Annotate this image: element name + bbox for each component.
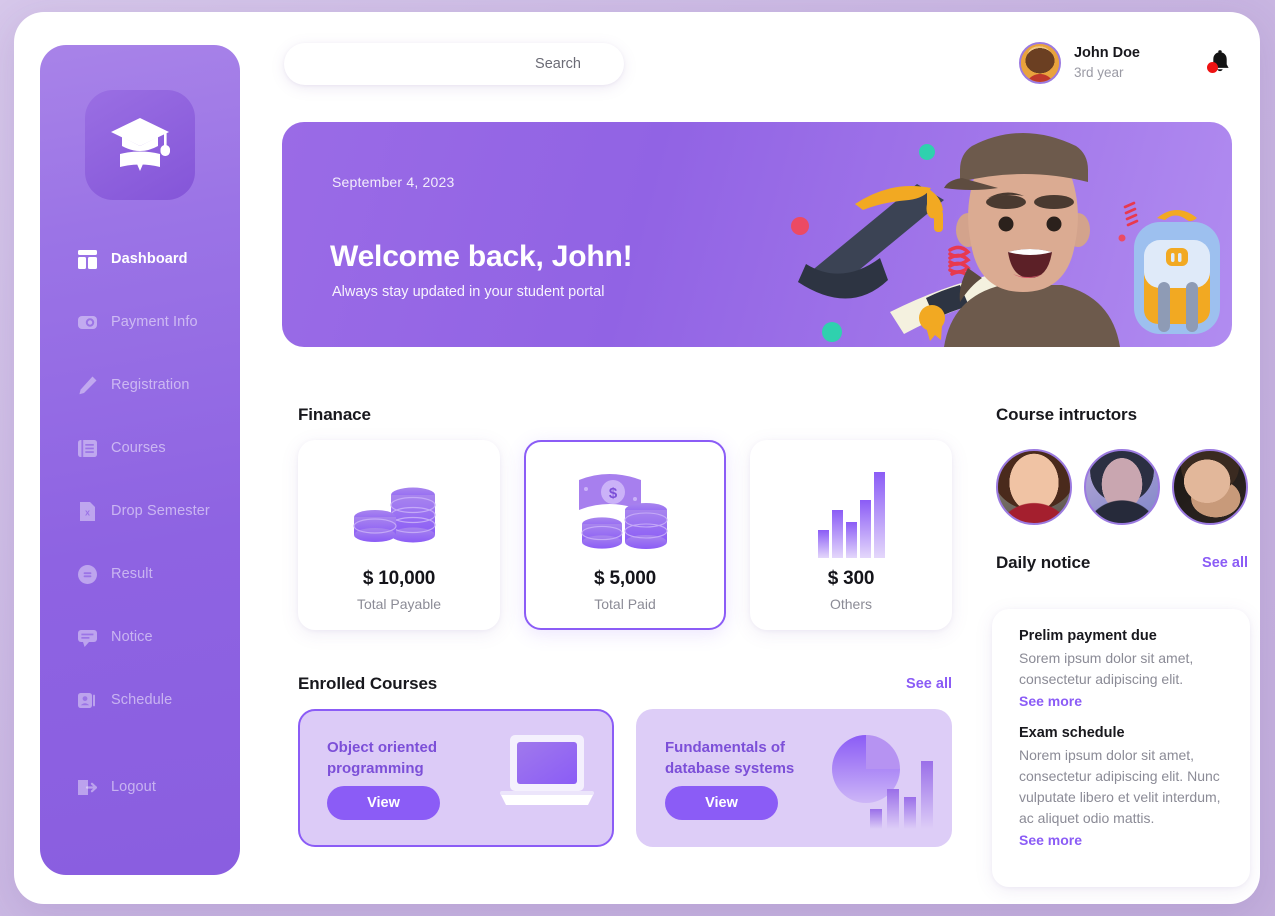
sidebar-item-label: Notice — [111, 629, 153, 645]
notice-see-more-link[interactable]: See more — [1019, 693, 1082, 709]
enrolled-courses-header: Enrolled Courses See all — [298, 674, 952, 694]
enrolled-courses-see-all-link[interactable]: See all — [906, 676, 952, 692]
coin-stacks-icon — [349, 456, 449, 568]
instructor-avatar[interactable] — [996, 449, 1072, 525]
notice-title: Prelim payment due — [1019, 628, 1157, 644]
search-input[interactable] — [284, 56, 581, 72]
banner-date: September 4, 2023 — [332, 174, 455, 190]
user-name: John Doe — [1073, 45, 1140, 62]
daily-notice-see-all-link[interactable]: See all — [1202, 555, 1248, 571]
sidebar: Dashboard Payment Info Registration Cour… — [40, 45, 240, 875]
bar-chart-icon — [816, 456, 886, 568]
sidebar-item-logout[interactable]: Logout — [40, 768, 240, 806]
finance-label: Others — [829, 596, 872, 612]
laptop-icon — [494, 727, 598, 820]
course-title: Fundamentals of database systems — [665, 739, 795, 777]
finance-card-total-paid[interactable]: $ $ 5,000 Total Paid — [524, 440, 726, 630]
course-title: Object oriented programming — [327, 739, 438, 777]
chat-bubble-icon — [77, 627, 97, 647]
app-logo[interactable] — [85, 90, 195, 200]
finance-amount: $ 300 — [827, 568, 875, 589]
svg-text:x: x — [84, 507, 89, 517]
sidebar-item-schedule[interactable]: Schedule — [40, 681, 240, 719]
instructors-header: Course intructors — [996, 405, 1137, 425]
svg-text:$: $ — [609, 485, 618, 502]
app-window: Dashboard Payment Info Registration Cour… — [14, 12, 1260, 904]
finance-title: Finanace — [298, 405, 371, 424]
pencil-icon — [77, 375, 97, 395]
pie-bar-chart-icon — [826, 727, 936, 834]
graduation-cap-diploma-icon — [109, 115, 171, 176]
user-profile[interactable]: John Doe 3rd year — [1018, 42, 1140, 84]
sidebar-item-result[interactable]: Result — [40, 555, 240, 593]
sidebar-item-label: Dashboard — [111, 251, 188, 267]
finance-cards: $ 10,000 Total Payable $ $ 5,000 Total P… — [298, 440, 952, 630]
banner-title: Welcome back, John! — [330, 240, 633, 273]
notice-item: Prelim payment due Sorem ipsum dolor sit… — [1019, 628, 1228, 711]
dashboard-icon — [77, 249, 97, 269]
notice-body: Norem ipsum dolor sit amet, consectetur … — [1019, 746, 1221, 827]
sidebar-item-label: Registration — [111, 377, 190, 393]
finance-label: Total Paid — [594, 596, 656, 612]
money-coins-icon: $ — [573, 456, 677, 568]
notice-item: Exam schedule Norem ipsum dolor sit amet… — [1019, 725, 1228, 850]
user-year: 3rd year — [1073, 64, 1124, 80]
book-list-icon — [77, 438, 97, 458]
course-view-button[interactable]: View — [665, 786, 778, 820]
enrolled-courses-title: Enrolled Courses — [298, 674, 438, 693]
sidebar-item-label: Payment Info — [111, 314, 198, 330]
instructor-avatar[interactable] — [1084, 449, 1160, 525]
finance-section-header: Finanace — [298, 405, 371, 425]
finance-amount: $ 5,000 — [594, 568, 656, 589]
banner-subtitle: Always stay updated in your student port… — [332, 284, 605, 300]
daily-notice-card: Prelim payment due Sorem ipsum dolor sit… — [992, 609, 1250, 887]
daily-notice-header: Daily notice See all — [996, 553, 1248, 573]
sidebar-item-label: Logout — [111, 779, 156, 795]
notification-bell-button[interactable] — [1207, 50, 1233, 76]
sidebar-item-payment-info[interactable]: Payment Info — [40, 303, 240, 341]
finance-card-total-payable[interactable]: $ 10,000 Total Payable — [298, 440, 500, 630]
id-card-icon — [77, 690, 97, 710]
payment-icon — [77, 312, 97, 332]
notice-title: Exam schedule — [1019, 724, 1125, 741]
sidebar-item-courses[interactable]: Courses — [40, 429, 240, 467]
sidebar-item-registration[interactable]: Registration — [40, 366, 240, 404]
sidebar-item-drop-semester[interactable]: x Drop Semester — [40, 492, 240, 530]
student-3d-illustration — [772, 122, 1232, 347]
course-card-object-oriented-programming[interactable]: Object oriented programming View — [298, 709, 614, 847]
sidebar-item-label: Result — [111, 566, 153, 582]
daily-notice-title: Daily notice — [996, 553, 1091, 572]
instructors-title: Course intructors — [996, 405, 1137, 424]
finance-card-others[interactable]: $ 300 Others — [750, 440, 952, 630]
file-x-icon: x — [77, 501, 97, 521]
sidebar-item-dashboard[interactable]: Dashboard — [40, 240, 240, 278]
instructor-avatar[interactable] — [1172, 449, 1248, 525]
logout-icon — [77, 777, 97, 797]
avatar — [1018, 42, 1061, 84]
search-bar[interactable] — [284, 43, 624, 85]
sidebar-item-label: Schedule — [111, 692, 173, 708]
sidebar-item-label: Courses — [111, 440, 166, 456]
notice-see-more-link[interactable]: See more — [1019, 832, 1082, 848]
welcome-banner: September 4, 2023 Welcome back, John! Al… — [282, 122, 1232, 347]
sidebar-item-notice[interactable]: Notice — [40, 618, 240, 656]
sidebar-nav: Dashboard Payment Info Registration Cour… — [40, 240, 240, 744]
result-circle-icon — [77, 564, 97, 584]
enrolled-course-cards: Object oriented programming View Fundame… — [298, 709, 952, 847]
instructor-avatars — [996, 449, 1248, 525]
finance-amount: $ 10,000 — [362, 568, 436, 589]
notification-unread-dot — [1207, 62, 1218, 73]
finance-label: Total Payable — [356, 596, 442, 612]
notice-body: Sorem ipsum dolor sit amet, consectetur … — [1019, 650, 1194, 688]
course-view-button[interactable]: View — [327, 786, 440, 820]
sidebar-item-label: Drop Semester — [111, 503, 210, 519]
course-card-fundamentals-of-database-systems[interactable]: Fundamentals of database systems View — [636, 709, 952, 847]
